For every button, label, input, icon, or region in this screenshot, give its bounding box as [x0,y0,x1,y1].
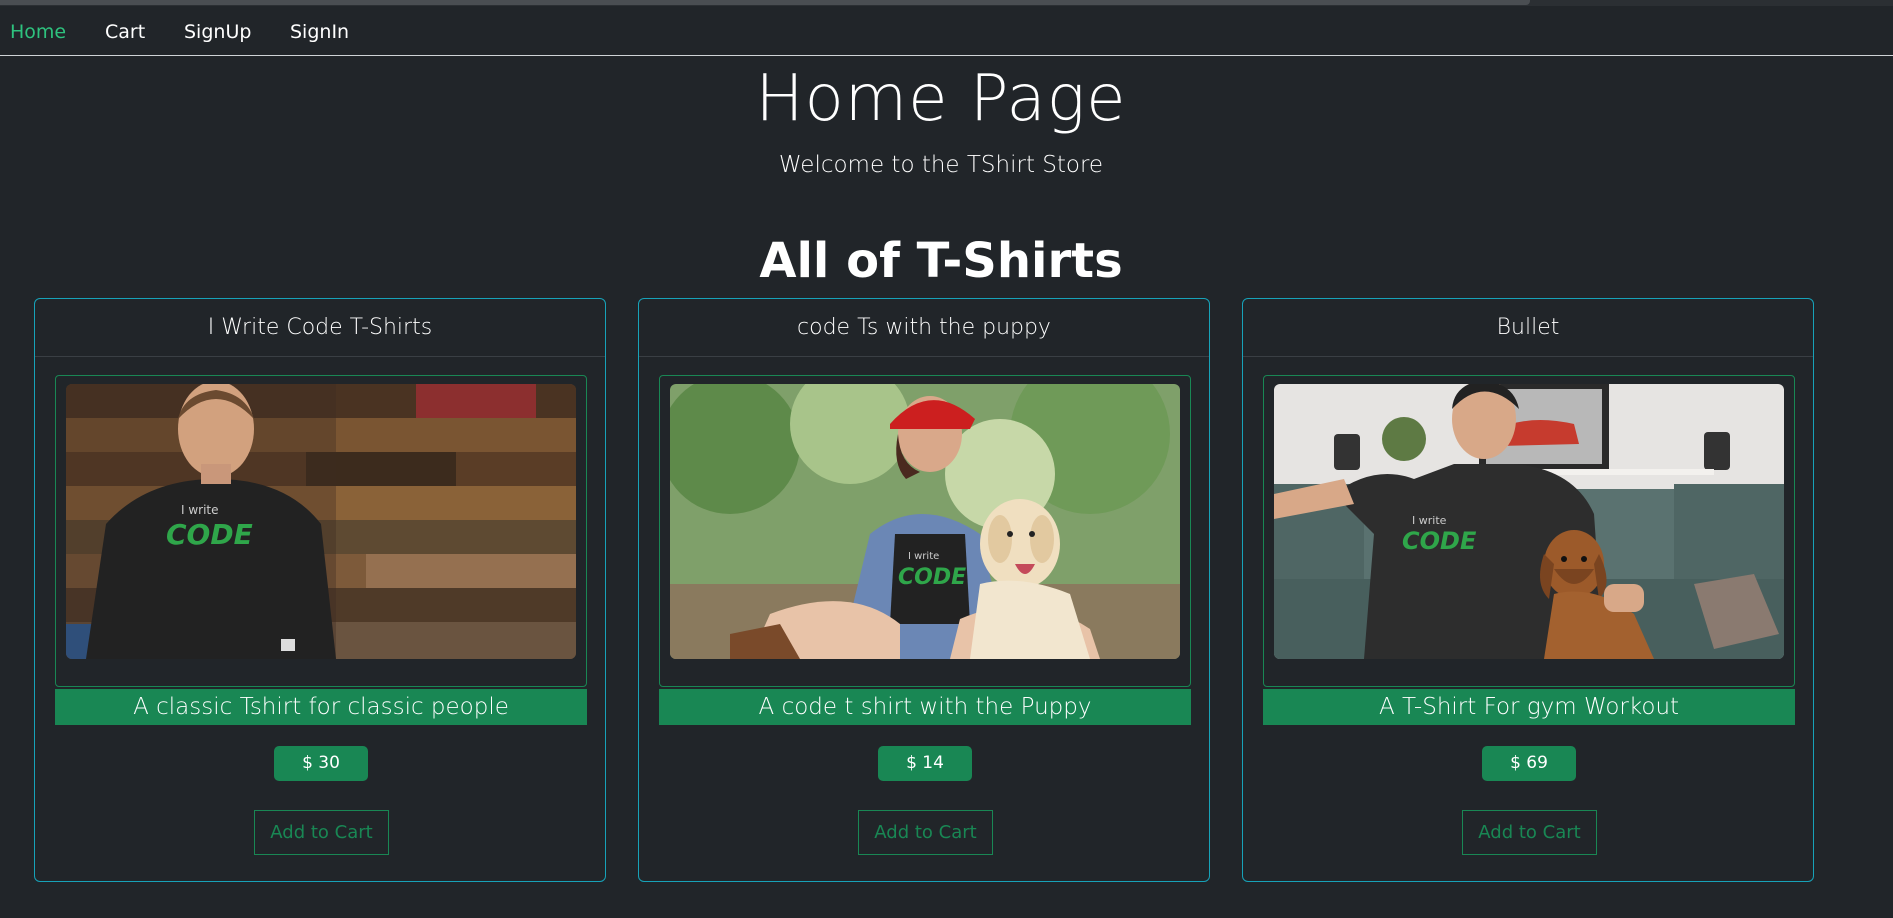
product-card: Bullet I write CODE A T-Shirt For gym Wo… [1242,298,1814,882]
product-card: I Write Code T-Shirts I write CODE A cla… [34,298,606,882]
svg-text:CODE: CODE [1402,527,1477,555]
section-title: All of T-Shirts [759,233,1123,289]
top-navbar: Home Cart SignUp SignIn [0,6,1893,56]
product-title: Bullet [1243,299,1813,357]
product-image: I write CODE [1274,384,1784,659]
page-title: Home Page [755,62,1127,136]
product-image: I write CODE [66,384,576,659]
svg-text:I write: I write [1412,514,1447,527]
add-to-cart-button[interactable]: Add to Cart [1462,810,1597,855]
product-image-frame: I write CODE [55,375,587,687]
nav-cart[interactable]: Cart [105,21,145,43]
price-badge: $ 69 [1482,746,1576,781]
product-image: I write CODE [670,384,1180,659]
product-title: code Ts with the puppy [639,299,1209,357]
add-to-cart-button[interactable]: Add to Cart [858,810,993,855]
price-badge: $ 14 [878,746,972,781]
svg-text:CODE: CODE [898,565,966,590]
product-card: code Ts with the puppy I write CODE A co… [638,298,1210,882]
product-description: A classic Tshirt for classic people [55,689,587,725]
price-badge: $ 30 [274,746,368,781]
horizontal-scrollbar[interactable] [0,0,1530,5]
product-description: A code t shirt with the Puppy [659,689,1191,725]
add-to-cart-button[interactable]: Add to Cart [254,810,389,855]
nav-signin[interactable]: SignIn [290,21,349,43]
page-subtitle: Welcome to the TShirt Store [778,152,1104,178]
nav-signup[interactable]: SignUp [184,21,251,43]
nav-home[interactable]: Home [10,21,66,43]
svg-text:I write: I write [908,551,939,562]
product-image-frame: I write CODE [659,375,1191,687]
product-title: I Write Code T-Shirts [35,299,605,357]
product-image-frame: I write CODE [1263,375,1795,687]
svg-text:CODE: CODE [166,518,253,551]
svg-text:I write: I write [181,503,219,517]
product-description: A T-Shirt For gym Workout [1263,689,1795,725]
